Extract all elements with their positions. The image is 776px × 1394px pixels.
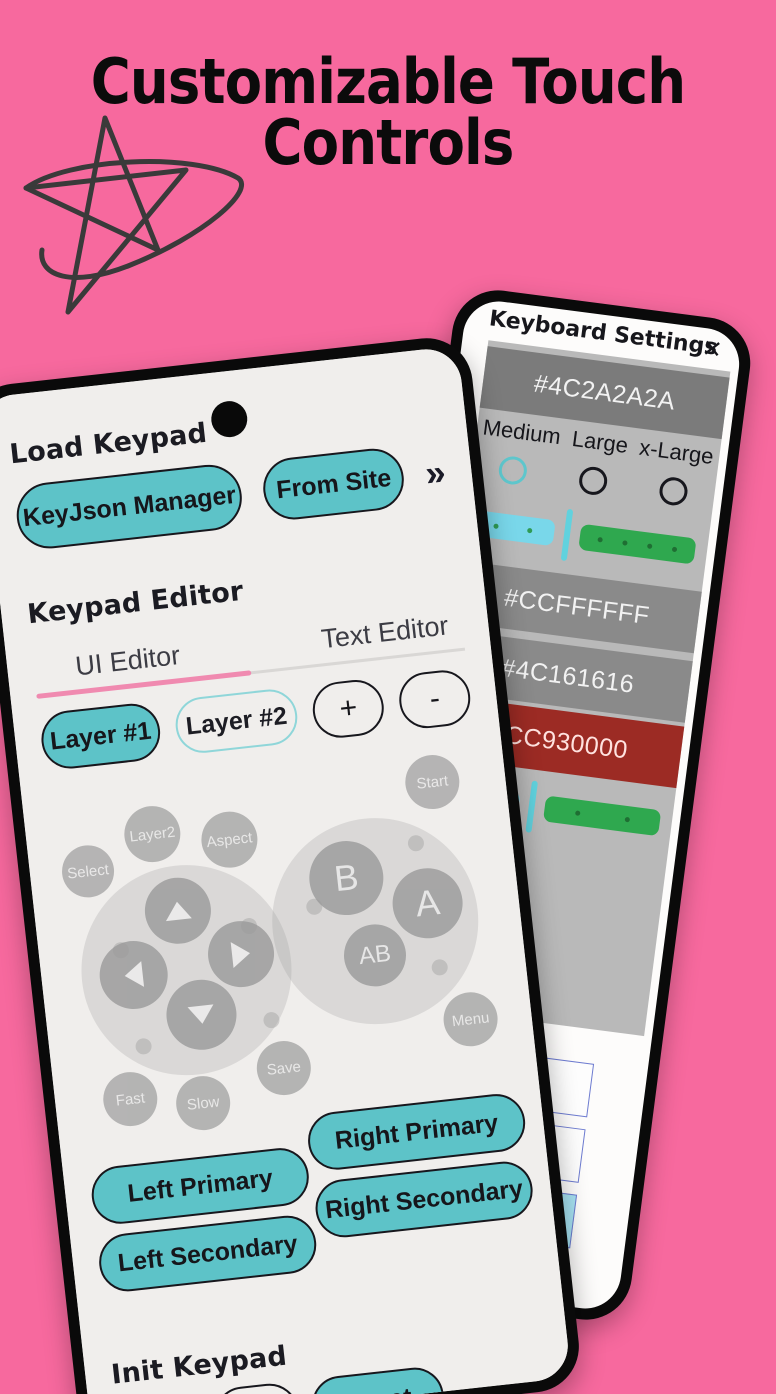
- key-dot: [622, 539, 628, 546]
- b-label: B: [332, 855, 361, 900]
- key-chip-green[interactable]: [542, 795, 662, 837]
- reset-button[interactable]: Reset: [309, 1364, 447, 1394]
- pad-button-layer2[interactable]: Layer2: [121, 803, 184, 865]
- pad-button-fast[interactable]: Fast: [100, 1069, 161, 1129]
- size-label-medium: Medium: [481, 414, 563, 450]
- key-dot: [492, 522, 499, 529]
- right-secondary-button[interactable]: Right Secondary: [312, 1158, 536, 1241]
- close-icon[interactable]: ✕: [697, 335, 726, 365]
- keyjson-manager-button[interactable]: KeyJson Manager: [13, 461, 246, 552]
- keypad-editor-app: Load Keypad KeyJson Manager From Site » …: [0, 345, 572, 1394]
- pad-button-menu[interactable]: Menu: [440, 989, 501, 1050]
- init-option-4[interactable]: 4: [211, 1380, 302, 1394]
- page-title: Customizable Touch Controls: [90, 45, 686, 179]
- size-label-large: Large: [570, 425, 630, 458]
- from-site-button[interactable]: From Site: [260, 445, 407, 523]
- key-chip-green[interactable]: [578, 523, 697, 565]
- pad-button-slow[interactable]: Slow: [173, 1073, 233, 1133]
- dpad-dot: [262, 1011, 281, 1029]
- right-arrow-glyph: [230, 940, 252, 968]
- left-secondary-button[interactable]: Left Secondary: [96, 1212, 320, 1295]
- double-chevron-right-icon[interactable]: »: [423, 451, 447, 494]
- key-dot: [526, 527, 533, 533]
- key-divider-bar: [560, 508, 574, 562]
- radio-large[interactable]: [577, 465, 609, 497]
- layer-1-button[interactable]: Layer #1: [38, 700, 163, 772]
- add-layer-button[interactable]: +: [310, 677, 387, 741]
- down-arrow-glyph: [187, 1004, 216, 1026]
- key-dot: [624, 816, 630, 822]
- ab-label: AB: [357, 939, 393, 971]
- key-divider-bar: [525, 780, 539, 833]
- key-dot: [646, 542, 653, 549]
- hero-banner: Customizable Touch Controls: [0, 0, 776, 320]
- radio-xlarge[interactable]: [658, 475, 690, 508]
- key-dot: [597, 536, 604, 543]
- size-label-xlarge: x-Large: [637, 434, 716, 470]
- tab-text-editor[interactable]: Text Editor: [320, 610, 450, 655]
- layer-controls: Layer #1 Layer #2 + -: [38, 667, 474, 772]
- pad-button-save[interactable]: Save: [254, 1038, 314, 1098]
- remove-layer-button[interactable]: -: [396, 667, 474, 731]
- pad-button-aspect[interactable]: Aspect: [198, 808, 261, 871]
- front-phone-screen: Load Keypad KeyJson Manager From Site » …: [0, 345, 572, 1394]
- key-dot: [671, 546, 678, 552]
- radio-medium[interactable]: [496, 454, 529, 487]
- gamepad-overlay-preview: Select Layer2 Aspect Start Menu Fast Slo…: [48, 750, 516, 1155]
- layer-2-button[interactable]: Layer #2: [172, 686, 301, 756]
- tab-ui-editor[interactable]: UI Editor: [74, 640, 182, 682]
- left-arrow-glyph: [123, 961, 145, 989]
- left-primary-button[interactable]: Left Primary: [88, 1145, 312, 1227]
- up-arrow-glyph: [164, 900, 192, 922]
- key-dot: [574, 809, 581, 816]
- pad-button-start[interactable]: Start: [402, 752, 463, 812]
- a-label: A: [413, 881, 442, 925]
- pad-button-select[interactable]: Select: [59, 842, 117, 901]
